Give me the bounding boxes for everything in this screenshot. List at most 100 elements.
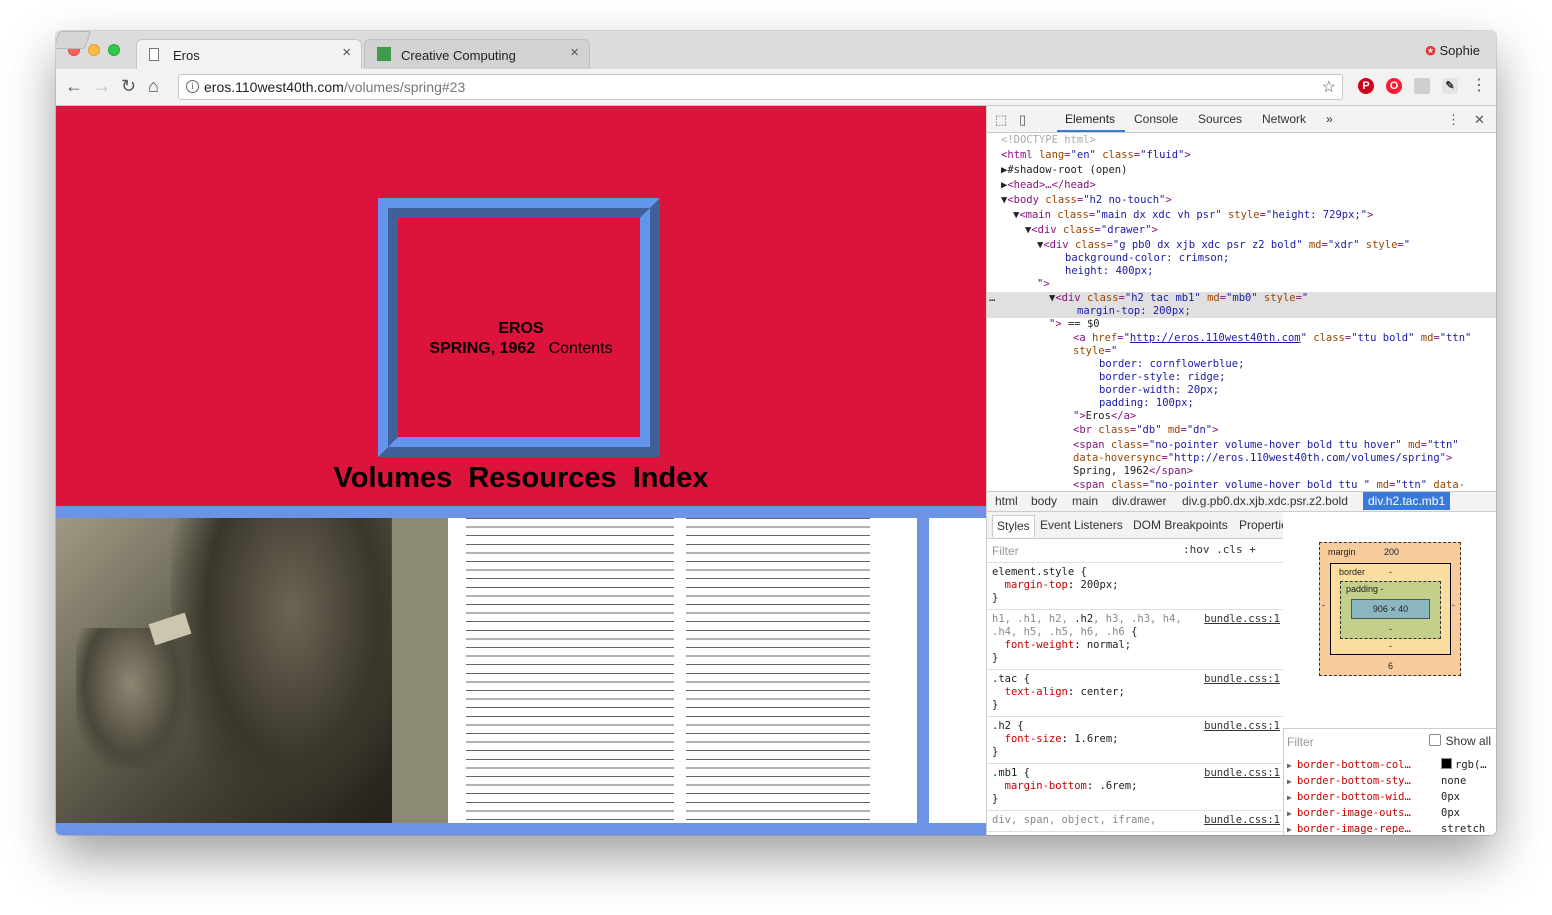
- window-maximize-button[interactable]: [108, 44, 120, 56]
- engraving-image: [56, 518, 448, 823]
- css-rule[interactable]: div, span, object, iframe, bundle.css:1: [987, 811, 1283, 832]
- css-rule[interactable]: .mb1 { margin-bottom: .6rem; } bundle.css…: [987, 764, 1283, 811]
- css-rules: element.style { margin-top: 200px; } h1,…: [987, 563, 1283, 832]
- profile-icon: ✪: [1425, 44, 1436, 58]
- tab-network[interactable]: Network: [1262, 112, 1306, 126]
- css-rule[interactable]: .h2 { font-size: 1.6rem; } bundle.css:1: [987, 717, 1283, 764]
- dom-node[interactable]: <html lang="en" class="fluid">: [1001, 149, 1191, 162]
- breadcrumb-item[interactable]: div.g.pb0.dx.xjb.xdc.psr.z2.bold: [1182, 494, 1348, 508]
- back-arrow-icon[interactable]: ←: [65, 75, 83, 97]
- css-rule[interactable]: h1, .h1, h2, .h2, h3, .h3, h4, .h4, h5, …: [987, 610, 1283, 670]
- inspect-element-icon[interactable]: ⬚: [995, 112, 1007, 128]
- issue-label: SPRING, 1962: [429, 340, 536, 357]
- extension-icon[interactable]: [1414, 78, 1430, 94]
- reload-icon[interactable]: ↻: [121, 75, 136, 97]
- margin-left-value: -: [1322, 600, 1325, 610]
- info-icon[interactable]: i: [186, 80, 199, 93]
- next-page-scan: [929, 518, 986, 823]
- bookmark-star-icon[interactable]: ☆: [1322, 77, 1336, 97]
- tab-creative-computing[interactable]: Creative Computing ×: [364, 39, 590, 69]
- profile-button[interactable]: ✪ Sophie: [1425, 43, 1480, 58]
- tab-console[interactable]: Console: [1134, 112, 1178, 126]
- dom-node[interactable]: <span class="no-pointer volume-hover bol…: [1073, 479, 1465, 491]
- eyedropper-icon[interactable]: ✎: [1442, 78, 1458, 94]
- home-icon[interactable]: ⌂: [148, 75, 159, 97]
- source-link[interactable]: bundle.css:1: [1204, 673, 1280, 686]
- box-model-border[interactable]: border - - padding - - 906 × 40: [1330, 563, 1451, 655]
- source-link[interactable]: bundle.css:1: [1204, 814, 1280, 827]
- devtools-close-icon[interactable]: ✕: [1474, 112, 1485, 128]
- breadcrumb-item[interactable]: main: [1072, 494, 1098, 508]
- margin-bottom-value: 6: [1388, 661, 1394, 671]
- tab-elements[interactable]: Elements: [1065, 112, 1115, 126]
- styles-filter-input[interactable]: Filter: [992, 544, 1019, 558]
- issue-heading: EROS SPRING, 1962 Contents: [56, 319, 986, 359]
- css-rule[interactable]: element.style { margin-top: 200px; }: [987, 563, 1283, 610]
- dom-node[interactable]: ▼<body class="h2 no-touch">: [1001, 194, 1172, 207]
- dom-node[interactable]: ▶<head>…</head>: [1001, 179, 1096, 192]
- dom-node[interactable]: <br class="db" md="dn">: [1073, 424, 1218, 437]
- computed-row[interactable]: ▶ border-image-outs… 0px: [1283, 806, 1496, 821]
- computed-row[interactable]: ▶ border-bottom-sty… none: [1283, 774, 1496, 789]
- styles-filter-options[interactable]: :hov .cls +: [1183, 543, 1256, 556]
- dom-node[interactable]: ▼<div class="drawer">: [1025, 224, 1158, 237]
- box-model-content[interactable]: 906 × 40: [1351, 599, 1430, 619]
- breadcrumb-item-selected[interactable]: div.h2.tac.mb1: [1363, 492, 1451, 510]
- logo-link[interactable]: EROS: [498, 320, 543, 337]
- computed-row[interactable]: ▶ border-image-repe… stretch: [1283, 822, 1496, 835]
- color-swatch[interactable]: [1441, 758, 1452, 769]
- source-link[interactable]: bundle.css:1: [1204, 767, 1280, 780]
- margin-label: margin: [1328, 547, 1356, 557]
- url-path: /volumes/spring#23: [343, 79, 466, 95]
- devtools-menu-icon[interactable]: ⋮: [1447, 112, 1460, 128]
- window-minimize-button[interactable]: [88, 44, 100, 56]
- computed-row[interactable]: ▶ border-bottom-wid… 0px: [1283, 790, 1496, 805]
- css-rule[interactable]: .tac { text-align: center; } bundle.css:1: [987, 670, 1283, 717]
- box-model: margin 200 - - 6 border - - padding - - …: [1283, 512, 1496, 728]
- nav-index[interactable]: Index: [633, 462, 709, 494]
- breadcrumb: html body main div.drawer div.g.pb0.dx.x…: [987, 491, 1496, 512]
- breadcrumb-item[interactable]: html: [995, 494, 1018, 508]
- tab-eros[interactable]: Eros ×: [136, 39, 362, 69]
- box-model-margin[interactable]: margin 200 - - 6 border - - padding - - …: [1319, 542, 1461, 676]
- close-tab-icon[interactable]: ×: [570, 45, 579, 61]
- dom-node[interactable]: <a href="http://eros.110west40th.com" cl…: [1073, 332, 1471, 345]
- tab-event-listeners[interactable]: Event Listeners: [1040, 518, 1123, 532]
- contents-link[interactable]: Contents: [549, 340, 613, 357]
- more-tabs-icon[interactable]: »: [1326, 112, 1333, 126]
- menu-dots-icon[interactable]: ⋮: [1471, 75, 1487, 97]
- styles-pane: Filter :hov .cls + element.style { margi…: [987, 538, 1284, 835]
- opera-icon[interactable]: O: [1386, 78, 1402, 94]
- dom-node[interactable]: <!DOCTYPE html>: [1001, 134, 1096, 147]
- url-text[interactable]: eros.110west40th.com/volumes/spring#23: [204, 79, 465, 95]
- tab-sources[interactable]: Sources: [1198, 112, 1242, 126]
- dom-node[interactable]: ▼<div class="g pb0 dx xjb xdc psr z2 bol…: [1037, 239, 1410, 252]
- show-all-checkbox[interactable]: Show all: [1428, 734, 1491, 748]
- computed-filter-input[interactable]: Filter: [1287, 735, 1314, 749]
- margin-top-value: 200: [1384, 547, 1400, 557]
- tab-styles[interactable]: Styles: [992, 515, 1035, 537]
- nav-volumes[interactable]: Volumes: [334, 462, 453, 494]
- border-bottom-value: -: [1389, 641, 1392, 651]
- forward-arrow-icon[interactable]: →: [93, 75, 111, 97]
- nav-resources[interactable]: Resources: [468, 462, 616, 494]
- close-tab-icon[interactable]: ×: [342, 45, 351, 61]
- text-column: [466, 518, 674, 823]
- breadcrumb-item[interactable]: body: [1031, 494, 1057, 508]
- source-link[interactable]: bundle.css:1: [1204, 720, 1280, 733]
- computed-row[interactable]: ▶ border-bottom-col… rgb(…: [1283, 758, 1496, 773]
- favicon-icon: [377, 47, 391, 61]
- dom-node[interactable]: ▼<main class="main dx xdc vh psr" style=…: [1013, 209, 1373, 222]
- breadcrumb-item[interactable]: div.drawer: [1112, 494, 1166, 508]
- dom-node[interactable]: <span class="no-pointer volume-hover bol…: [1073, 439, 1459, 452]
- computed-styles: Filter Show all ▶ border-bottom-col… rgb(……: [1283, 728, 1496, 835]
- pinterest-icon[interactable]: P: [1358, 78, 1374, 94]
- address-bar[interactable]: i eros.110west40th.com/volumes/spring#23…: [178, 74, 1343, 100]
- padding-bottom-value: -: [1389, 624, 1392, 634]
- device-toolbar-icon[interactable]: ▯: [1019, 112, 1026, 128]
- dom-node[interactable]: ▶#shadow-root (open): [1001, 164, 1127, 177]
- source-link[interactable]: bundle.css:1: [1204, 613, 1280, 626]
- new-tab-button[interactable]: [56, 31, 92, 49]
- tab-dom-breakpoints[interactable]: DOM Breakpoints: [1133, 518, 1228, 532]
- box-model-padding[interactable]: padding - - 906 × 40: [1340, 581, 1441, 639]
